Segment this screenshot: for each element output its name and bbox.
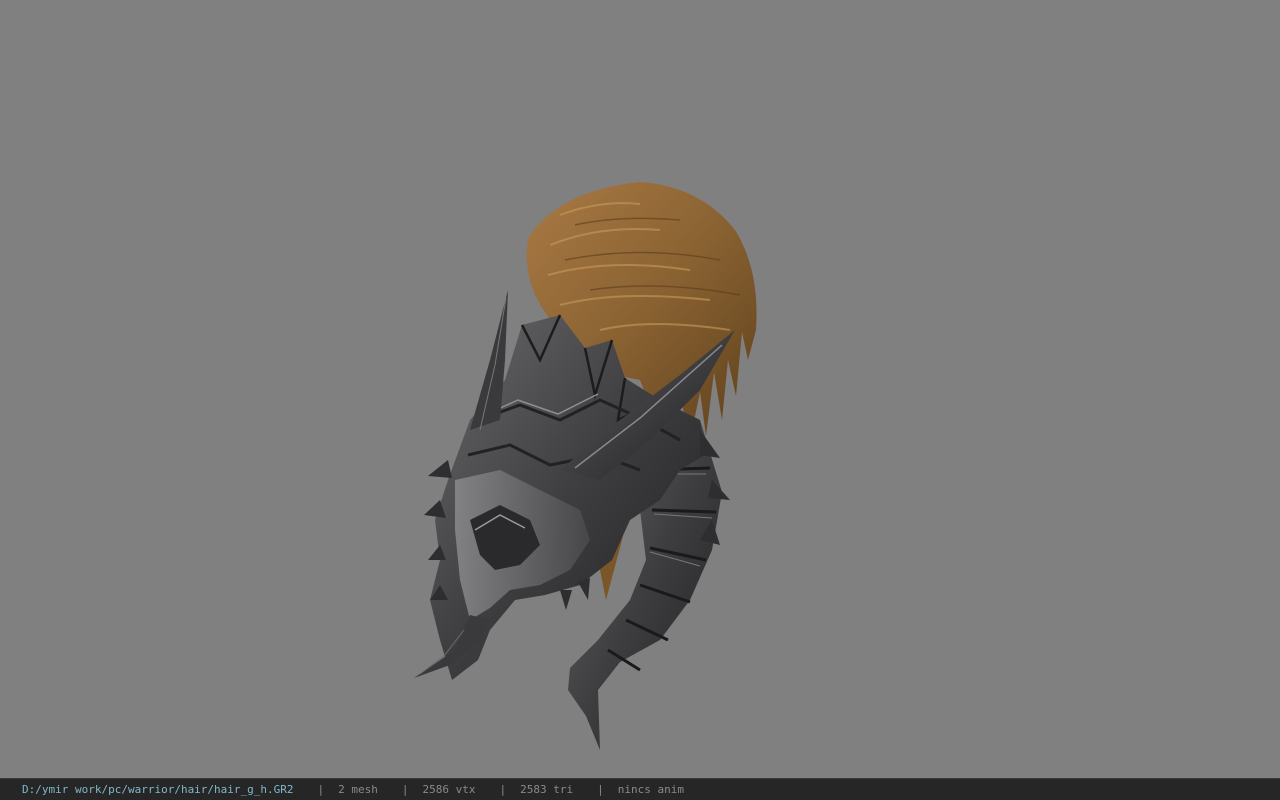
vertex-count: 2586 vtx <box>422 783 476 796</box>
status-bar: D:/ymir work/pc/warrior/hair/hair_g_h.GR… <box>0 778 1280 800</box>
file-path: D:/ymir work/pc/warrior/hair/hair_g_h.GR… <box>22 783 294 796</box>
separator: | <box>597 783 604 796</box>
separator: | <box>401 783 409 796</box>
triangle-count: 2583 tri <box>520 783 574 796</box>
separator: | <box>499 783 507 796</box>
animation-status: nincs anim <box>617 783 684 796</box>
helmet-with-hair-model <box>414 182 757 750</box>
separator: | <box>317 783 325 796</box>
3d-viewport[interactable] <box>0 0 1280 778</box>
mesh-count: 2 mesh <box>338 783 378 796</box>
